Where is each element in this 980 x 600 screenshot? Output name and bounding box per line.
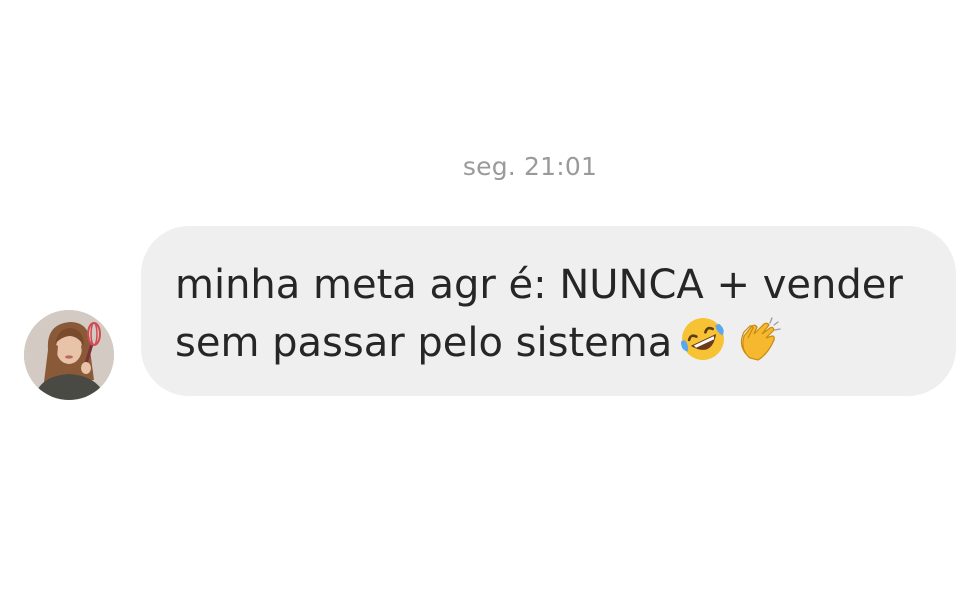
message-text: minha meta agr é: NUNCA + vender sem pas… [175, 256, 922, 372]
message-line-2: sem passar pelo sistema [175, 320, 673, 366]
chat-screen: seg. 21:01 minha meta agr é: NUNCA + ven… [0, 0, 980, 600]
rolling-on-floor-laughing-emoji [678, 314, 728, 364]
incoming-message-row: minha meta agr é: NUNCA + vender sem pas… [24, 226, 964, 400]
message-line-1: minha meta agr é: NUNCA + vender [175, 262, 903, 308]
clapping-hands-emoji [734, 314, 784, 364]
avatar-image [24, 310, 114, 400]
sender-avatar[interactable] [24, 310, 114, 400]
message-bubble[interactable]: minha meta agr é: NUNCA + vender sem pas… [141, 226, 956, 396]
message-timestamp: seg. 21:01 [462, 152, 598, 181]
